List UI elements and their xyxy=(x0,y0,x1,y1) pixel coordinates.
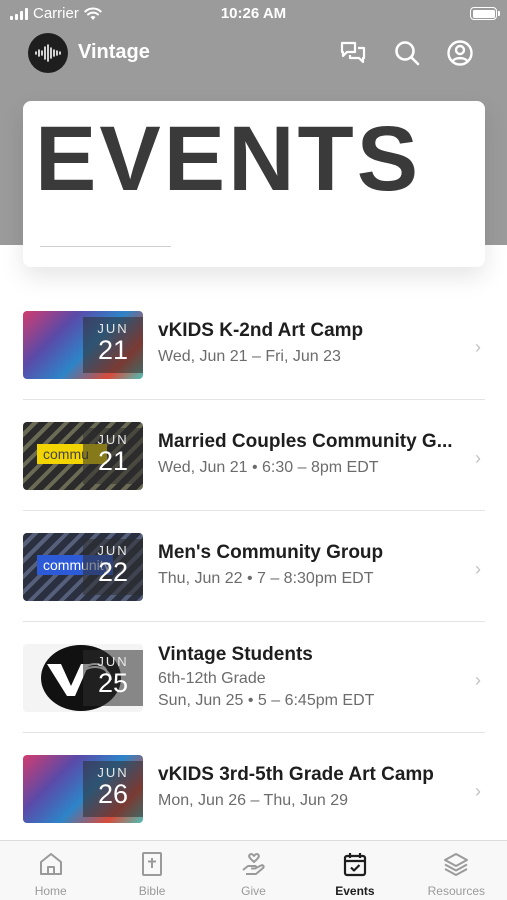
chevron-right-icon: › xyxy=(475,781,481,801)
date-badge: JUN 22 xyxy=(83,539,143,595)
status-bar: Carrier 10:26 AM xyxy=(0,0,507,30)
event-thumbnail: JUN 21 xyxy=(23,311,143,379)
date-month: JUN xyxy=(97,432,129,447)
home-icon xyxy=(39,853,62,875)
event-datetime: Wed, Jun 21 • 6:30 – 8pm EDT xyxy=(158,459,379,476)
event-subtitle: 6th-12th Grade xyxy=(158,670,266,687)
messages-icon[interactable] xyxy=(338,38,368,68)
event-thumbnail: JUN 25 xyxy=(23,644,143,712)
tab-label: Give xyxy=(241,884,266,898)
event-datetime: Wed, Jun 21 – Fri, Jun 23 xyxy=(158,348,341,365)
chevron-right-icon: › xyxy=(475,337,481,357)
hero-divider xyxy=(40,246,171,247)
event-title: vKIDS 3rd-5th Grade Art Camp xyxy=(158,764,434,785)
tab-resources[interactable]: Resources xyxy=(406,841,507,900)
event-title: vKIDS K-2nd Art Camp xyxy=(158,320,364,341)
date-month: JUN xyxy=(97,321,129,336)
tab-bible[interactable]: Bible xyxy=(101,841,202,900)
tab-label: Bible xyxy=(138,884,166,898)
event-datetime: Thu, Jun 22 • 7 – 8:30pm EDT xyxy=(158,570,374,587)
chevron-right-icon: › xyxy=(475,559,481,579)
event-title: Married Couples Community G... xyxy=(158,431,453,452)
tab-events[interactable]: Events xyxy=(304,841,405,900)
vintage-logo-icon[interactable] xyxy=(28,33,68,73)
date-day: 21 xyxy=(97,335,129,365)
date-day: 22 xyxy=(97,557,129,587)
date-month: JUN xyxy=(97,543,129,558)
date-day: 21 xyxy=(97,446,129,476)
event-row-2[interactable]: community JUN 22 Men's Community Group T… xyxy=(23,511,485,622)
date-day: 26 xyxy=(97,779,129,809)
resources-icon xyxy=(444,853,469,876)
events-hero-card: EVENTS xyxy=(23,101,485,267)
bible-icon xyxy=(142,852,163,876)
calendar-icon xyxy=(343,853,367,877)
events-hero-title: EVENTS xyxy=(35,108,422,210)
date-badge: JUN 26 xyxy=(83,761,143,817)
chevron-right-icon: › xyxy=(475,670,481,690)
date-month: JUN xyxy=(97,654,129,669)
tab-label: Home xyxy=(34,884,67,898)
tab-give[interactable]: Give xyxy=(203,841,304,900)
event-row-3[interactable]: JUN 25 Vintage Students 6th-12th Grade S… xyxy=(23,622,485,733)
tab-label: Resources xyxy=(427,884,485,898)
event-thumbnail: commu JUN 21 xyxy=(23,422,143,490)
tab-home[interactable]: Home xyxy=(0,841,101,900)
event-datetime: Sun, Jun 25 • 5 – 6:45pm EDT xyxy=(158,692,375,709)
event-thumbnail: community JUN 22 xyxy=(23,533,143,601)
app-bar: Vintage xyxy=(0,31,507,75)
event-datetime: Mon, Jun 26 – Thu, Jun 29 xyxy=(158,792,349,809)
tab-label: Events xyxy=(335,884,375,898)
event-title: Vintage Students xyxy=(158,644,313,665)
event-row-4[interactable]: JUN 26 vKIDS 3rd-5th Grade Art Camp Mon,… xyxy=(23,733,485,844)
date-badge: JUN 25 xyxy=(83,650,143,706)
event-row-0[interactable]: JUN 21 vKIDS K-2nd Art Camp Wed, Jun 21 … xyxy=(23,289,485,400)
profile-icon[interactable] xyxy=(445,38,475,68)
date-badge: JUN 21 xyxy=(83,428,143,484)
event-thumbnail: JUN 26 xyxy=(23,755,143,823)
status-time: 10:26 AM xyxy=(220,5,287,22)
chevron-right-icon: › xyxy=(475,448,481,468)
date-day: 25 xyxy=(97,668,129,698)
battery-icon xyxy=(470,7,500,20)
search-icon[interactable] xyxy=(392,38,422,68)
event-row-1[interactable]: commu JUN 21 Married Couples Community G… xyxy=(23,400,485,511)
date-badge: JUN 21 xyxy=(83,317,143,373)
event-title: Men's Community Group xyxy=(158,542,384,563)
give-icon xyxy=(241,853,265,875)
event-list: JUN 21 vKIDS K-2nd Art Camp Wed, Jun 21 … xyxy=(23,289,485,844)
tab-bar: Home Bible Give Events Resources xyxy=(0,840,507,900)
app-title: Vintage xyxy=(78,41,150,63)
date-month: JUN xyxy=(97,765,129,780)
